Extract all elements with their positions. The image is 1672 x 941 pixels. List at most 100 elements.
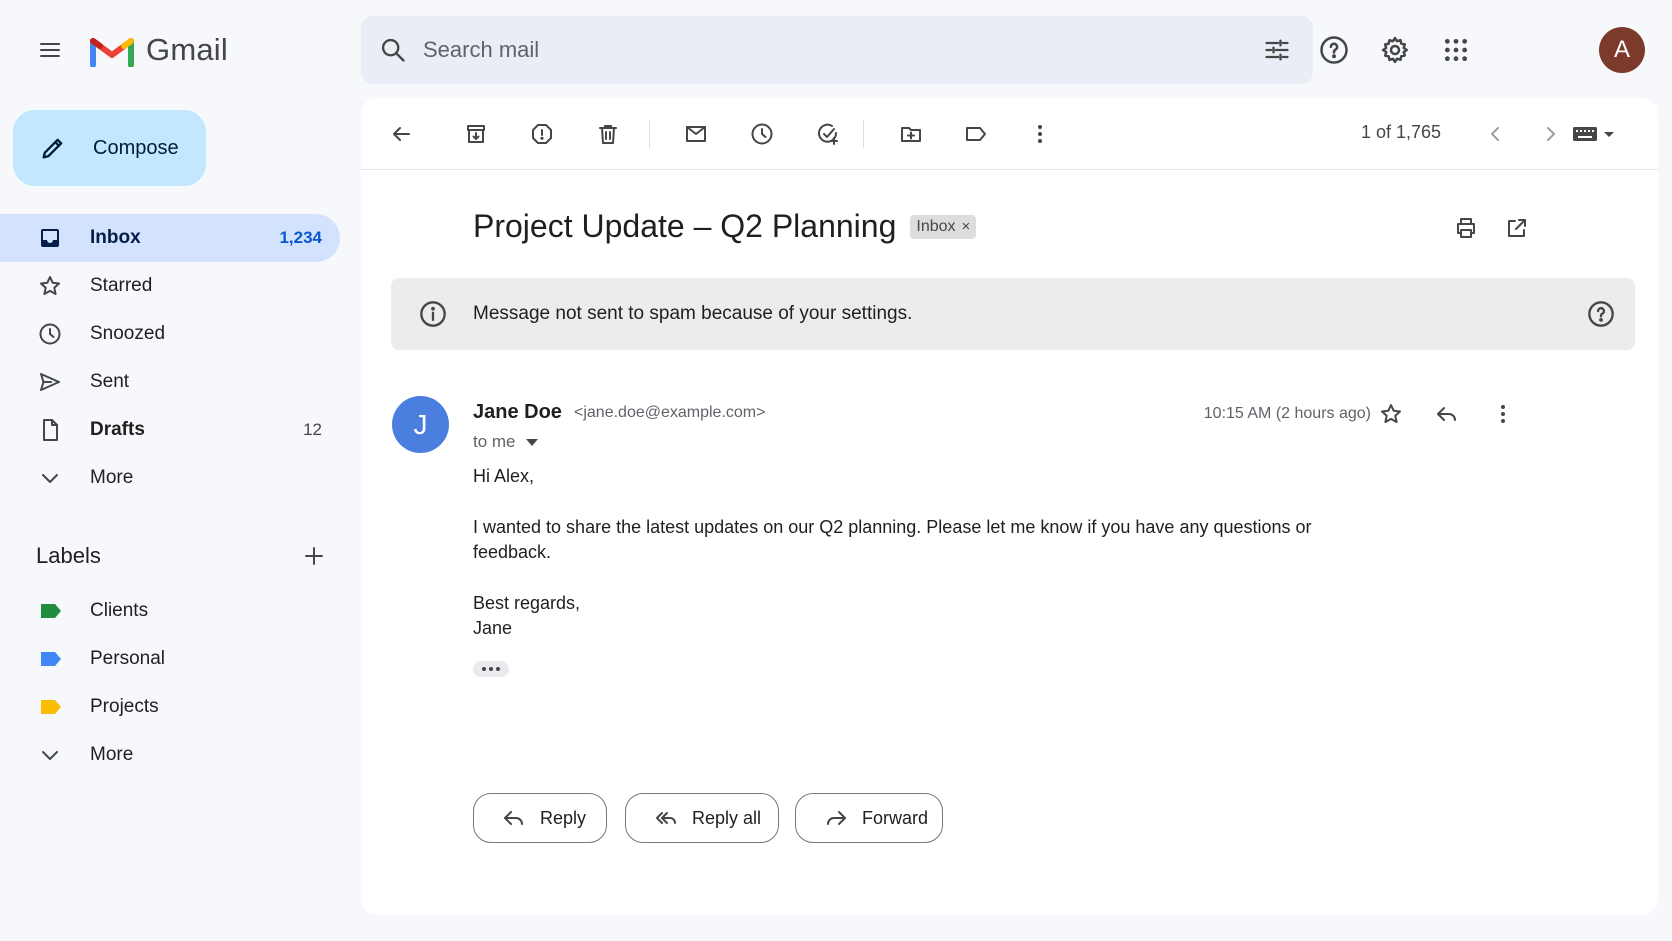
report-spam-button[interactable] bbox=[522, 114, 562, 154]
reply-button[interactable]: Reply bbox=[473, 793, 607, 843]
help-button[interactable] bbox=[1312, 28, 1356, 72]
label-item-projects[interactable]: Projects bbox=[0, 683, 340, 731]
newer-button[interactable] bbox=[1475, 114, 1515, 154]
move-to-button[interactable] bbox=[891, 114, 931, 154]
recipient-text: to me bbox=[473, 432, 516, 451]
forward-label: Forward bbox=[862, 807, 929, 828]
settings-button[interactable] bbox=[1373, 28, 1417, 72]
archive-button[interactable] bbox=[456, 114, 496, 154]
more-vert-icon bbox=[1038, 125, 1042, 143]
remove-label-icon[interactable]: × bbox=[962, 218, 971, 235]
unread-count: 1,234 bbox=[279, 228, 322, 247]
label-item-personal[interactable]: Personal bbox=[0, 635, 340, 683]
report-spam-icon bbox=[532, 124, 552, 144]
body-greeting: Hi Alex, bbox=[473, 466, 535, 486]
label-list: Clients Personal Projects More bbox=[0, 587, 340, 779]
reply-all-label: Reply all bbox=[692, 807, 762, 828]
delete-button[interactable] bbox=[588, 114, 628, 154]
forward-button[interactable]: Forward bbox=[795, 793, 943, 843]
move-to-icon bbox=[901, 127, 921, 142]
label-icon bbox=[966, 127, 986, 141]
add-to-tasks-button[interactable] bbox=[808, 114, 848, 154]
mark-unread-button[interactable] bbox=[676, 114, 716, 154]
label-name: Projects bbox=[90, 696, 159, 717]
sidebar-item-snoozed[interactable]: Snoozed bbox=[0, 310, 340, 358]
dropdown-caret-icon bbox=[1604, 132, 1614, 137]
sidebar-nav: Inbox 1,234 Starred Snoozed Sent Drafts … bbox=[0, 214, 340, 502]
help-icon[interactable] bbox=[1587, 300, 1615, 328]
sender-email: <jane.doe@example.com> bbox=[574, 404, 766, 421]
input-tools-button[interactable] bbox=[1566, 120, 1622, 148]
sidebar-item-inbox[interactable]: Inbox 1,234 bbox=[0, 214, 340, 262]
label-tag-icon bbox=[41, 700, 61, 714]
more-actions-button[interactable] bbox=[1020, 114, 1060, 154]
labels-more[interactable]: More bbox=[0, 731, 340, 779]
sidebar-item-label: More bbox=[90, 467, 134, 488]
apps-button[interactable] bbox=[1434, 28, 1478, 72]
inbox-label-chip[interactable]: Inbox × bbox=[910, 214, 977, 239]
pager-text: 1 of 1,765 bbox=[1360, 122, 1442, 142]
label-button[interactable] bbox=[956, 114, 996, 154]
info-icon bbox=[420, 301, 446, 327]
chevron-right-icon bbox=[1547, 127, 1555, 141]
star-icon bbox=[40, 276, 60, 295]
menu-icon bbox=[40, 43, 60, 57]
search-input[interactable] bbox=[423, 30, 1203, 70]
email-subject: Project Update – Q2 Planning bbox=[473, 208, 897, 244]
reply-icon-button[interactable] bbox=[1427, 394, 1467, 434]
star-button[interactable] bbox=[1371, 394, 1411, 434]
sidebar-item-more[interactable]: More bbox=[0, 454, 340, 502]
account-avatar[interactable]: A bbox=[1599, 27, 1645, 73]
archive-icon bbox=[467, 125, 485, 143]
print-button[interactable] bbox=[1448, 210, 1484, 246]
older-button[interactable] bbox=[1531, 114, 1571, 154]
reply-icon bbox=[504, 811, 523, 825]
sidebar-item-label: Sent bbox=[90, 371, 130, 392]
add-label-icon[interactable] bbox=[302, 544, 326, 568]
compose-button[interactable]: Compose bbox=[13, 110, 206, 186]
reply-label: Reply bbox=[540, 807, 587, 828]
dot bbox=[489, 667, 493, 671]
label-item-clients[interactable]: Clients bbox=[0, 587, 340, 635]
show-trimmed-content-button[interactable] bbox=[473, 661, 509, 677]
recipient-details[interactable]: to me bbox=[473, 432, 538, 452]
labels-header: Labels bbox=[36, 538, 326, 574]
forward-icon bbox=[827, 811, 846, 825]
snooze-button[interactable] bbox=[742, 114, 782, 154]
toolbar-divider bbox=[863, 120, 864, 148]
gmail-logo[interactable]: Gmail bbox=[90, 30, 228, 70]
sidebar-item-label: Drafts bbox=[90, 419, 145, 440]
sidebar-item-drafts[interactable]: Drafts 12 bbox=[0, 406, 340, 454]
sidebar-item-sent[interactable]: Sent bbox=[0, 358, 340, 406]
body-closing: Best regards, bbox=[473, 593, 581, 613]
snooze-icon bbox=[751, 123, 773, 145]
clock-icon bbox=[39, 323, 61, 345]
back-arrow-icon bbox=[393, 127, 410, 141]
sender-name[interactable]: Jane Doe bbox=[473, 401, 562, 424]
tune-icon[interactable] bbox=[1263, 36, 1291, 64]
search-bar[interactable] bbox=[361, 16, 1313, 84]
gmail-m-icon bbox=[90, 38, 134, 67]
pencil-icon bbox=[42, 138, 63, 159]
show-details-caret-icon bbox=[525, 438, 538, 446]
message-toolbar: 1 of 1,765 bbox=[361, 98, 1658, 170]
back-button[interactable] bbox=[381, 114, 421, 154]
label-name: Clients bbox=[90, 600, 149, 621]
draft-count: 12 bbox=[303, 420, 322, 439]
sidebar-item-label: Starred bbox=[90, 275, 153, 296]
main-menu-button[interactable] bbox=[30, 30, 70, 70]
sidebar-item-label: Snoozed bbox=[90, 323, 166, 344]
message-more-button[interactable] bbox=[1483, 394, 1523, 434]
send-icon bbox=[40, 373, 60, 391]
sidebar-item-label: Inbox bbox=[90, 227, 141, 248]
reply-all-button[interactable]: Reply all bbox=[625, 793, 779, 843]
top-bar: Gmail A bbox=[0, 0, 1672, 100]
label-name: Personal bbox=[90, 648, 165, 669]
search-icon[interactable] bbox=[379, 36, 407, 64]
open-new-window-button[interactable] bbox=[1499, 210, 1535, 246]
chip-label: Inbox bbox=[916, 217, 956, 235]
message-view: 1 of 1,765 Project Update – Q2 Planning … bbox=[361, 98, 1658, 915]
sidebar-item-starred[interactable]: Starred bbox=[0, 262, 340, 310]
reply-all-icon bbox=[656, 812, 676, 824]
sender-avatar[interactable]: J bbox=[392, 396, 449, 453]
